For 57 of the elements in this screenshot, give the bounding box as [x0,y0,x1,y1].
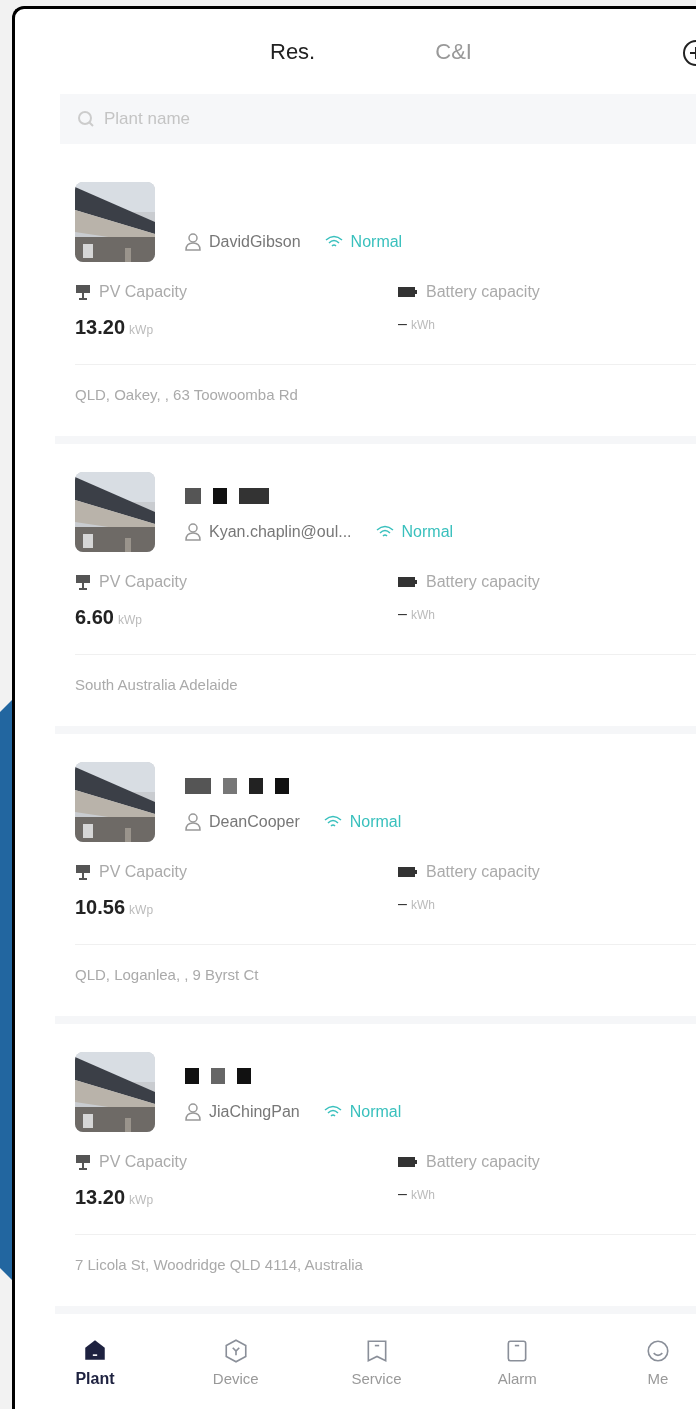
wifi-icon [323,815,342,829]
battery-icon [398,286,418,298]
pv-capacity-value: 13.20 [75,1185,126,1210]
plant-address: 7 Licola St, Woodridge QLD 4114, Australia [75,1256,363,1273]
person-icon [185,1103,201,1121]
status-label: Normal [349,1102,402,1122]
hexagon-icon [222,1337,249,1364]
nav-tab[interactable]: Plant [65,1337,125,1391]
pv-unit: kWp [117,612,142,629]
plant-address: QLD, Oakey, , 63 Toowoomba Rd [75,386,298,403]
pv-unit: kWp [129,1192,154,1209]
battery-icon [398,576,418,588]
pv-capacity-label: PV Capacity [99,282,188,302]
person-icon [185,523,201,541]
person-icon [185,233,201,251]
battery-icon [398,866,418,878]
battery-unit: kWh [410,897,435,914]
owner-name: DavidGibson [209,232,301,252]
owner-name: JiaChingPan [209,1102,300,1122]
battery-capacity-label: Battery capacity [426,862,540,882]
pv-capacity-value: 10.56 [75,895,126,920]
solar-panel-icon [75,864,91,880]
battery-capacity-value: – [398,604,407,624]
battery-unit: kWh [410,317,435,334]
pv-capacity-label: PV Capacity [99,1152,188,1172]
wifi-icon [323,1105,342,1119]
status-label: Normal [349,812,402,832]
battery-capacity-value: – [398,314,407,334]
battery-capacity-label: Battery capacity [426,572,540,592]
battery-unit: kWh [410,1187,435,1204]
battery-capacity-label: Battery capacity [426,1152,540,1172]
plant-address: QLD, Loganlea, , 9 Byrst Ct [75,966,259,983]
status-label: Normal [401,522,454,542]
pv-capacity-value: 6.60 [75,605,114,630]
owner-name: DeanCooper [209,812,300,832]
pv-unit: kWp [129,322,154,339]
wifi-icon [324,235,343,249]
battery-capacity-value: – [398,894,407,914]
pv-capacity-label: PV Capacity [99,862,188,882]
person-icon [185,813,201,831]
face-icon [645,1337,671,1364]
plant-address: South Australia Adelaide [75,676,238,693]
battery-unit: kWh [410,607,435,624]
solar-panel-icon [75,574,91,590]
wifi-icon [375,525,394,539]
tab[interactable]: Res. [270,35,316,68]
battery-capacity-value: – [398,1184,407,1204]
solar-panel-icon [75,1154,91,1170]
pv-capacity-label: PV Capacity [99,572,188,592]
search-icon [76,109,96,129]
status-label: Normal [350,232,403,252]
solar-panel-icon [75,284,91,300]
pv-capacity-value: 13.20 [75,315,126,340]
battery-icon [398,1156,418,1168]
battery-capacity-label: Battery capacity [426,282,540,302]
pv-unit: kWp [129,902,154,919]
owner-name: Kyan.chaplin@oul... [209,522,352,542]
